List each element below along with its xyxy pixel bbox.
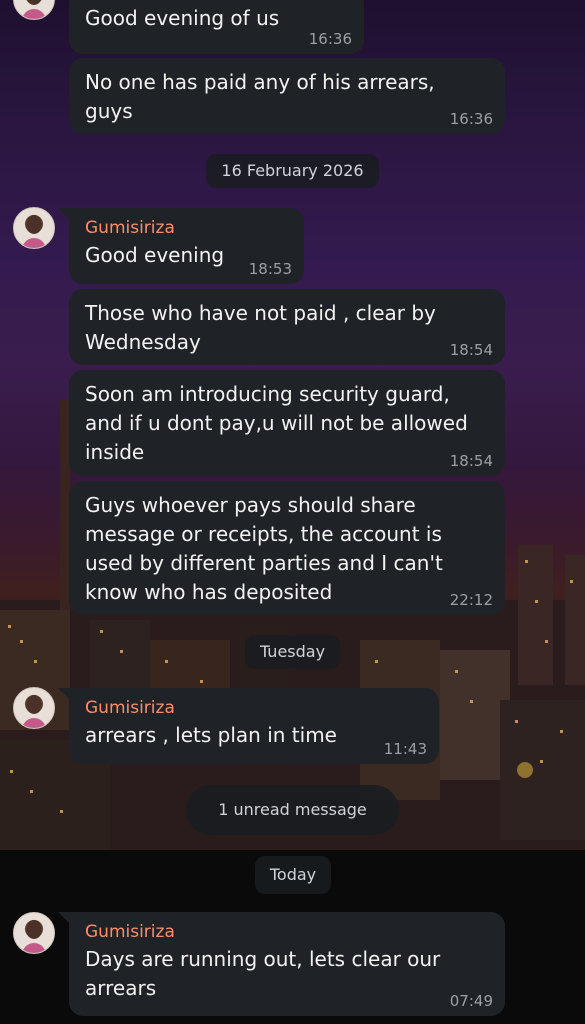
message-time: 11:43	[383, 740, 427, 758]
date-divider: 16 February 2026	[206, 154, 379, 188]
sender-name[interactable]: Gumisiriza	[85, 217, 288, 239]
day-divider: Today	[255, 856, 331, 894]
message-bubble[interactable]: Gumisiriza arrears , lets plan in time 1…	[69, 688, 439, 764]
message-time: 18:53	[248, 260, 292, 278]
message-bubble[interactable]: Good evening of us 16:36	[69, 0, 364, 54]
message-time: 07:49	[449, 992, 493, 1010]
avatar[interactable]	[13, 912, 55, 954]
avatar[interactable]	[13, 207, 55, 249]
message-time: 16:36	[449, 110, 493, 128]
message-bubble[interactable]: Those who have not paid , clear by Wedne…	[69, 289, 505, 365]
message-text: arrears , lets plan in time	[85, 723, 337, 747]
message-text: Days are running out, lets clear our arr…	[85, 947, 441, 1000]
message-bubble[interactable]: Gumisiriza Days are running out, lets cl…	[69, 912, 505, 1016]
unread-messages-divider: 1 unread message	[186, 785, 399, 835]
message-text: Guys whoever pays should share message o…	[85, 493, 443, 604]
message-bubble[interactable]: No one has paid any of his arrears, guys…	[69, 58, 505, 134]
message-time: 18:54	[449, 452, 493, 470]
day-divider: Tuesday	[245, 635, 340, 669]
message-text: Good evening of us	[85, 6, 280, 30]
avatar[interactable]	[13, 687, 55, 729]
message-time: 18:54	[449, 341, 493, 359]
message-time: 22:12	[449, 591, 493, 609]
message-text: Soon am introducing security guard, and …	[85, 382, 468, 464]
message-bubble[interactable]: Gumisiriza Good evening 18:53	[69, 208, 304, 284]
message-text: No one has paid any of his arrears, guys	[85, 70, 435, 123]
sender-name[interactable]: Gumisiriza	[85, 697, 423, 719]
avatar[interactable]	[13, 0, 55, 20]
message-time: 16:36	[308, 30, 352, 48]
message-bubble[interactable]: Soon am introducing security guard, and …	[69, 370, 505, 476]
message-text: Those who have not paid , clear by Wedne…	[85, 301, 436, 354]
sender-name[interactable]: Gumisiriza	[85, 921, 489, 943]
message-bubble[interactable]: Guys whoever pays should share message o…	[69, 481, 505, 615]
